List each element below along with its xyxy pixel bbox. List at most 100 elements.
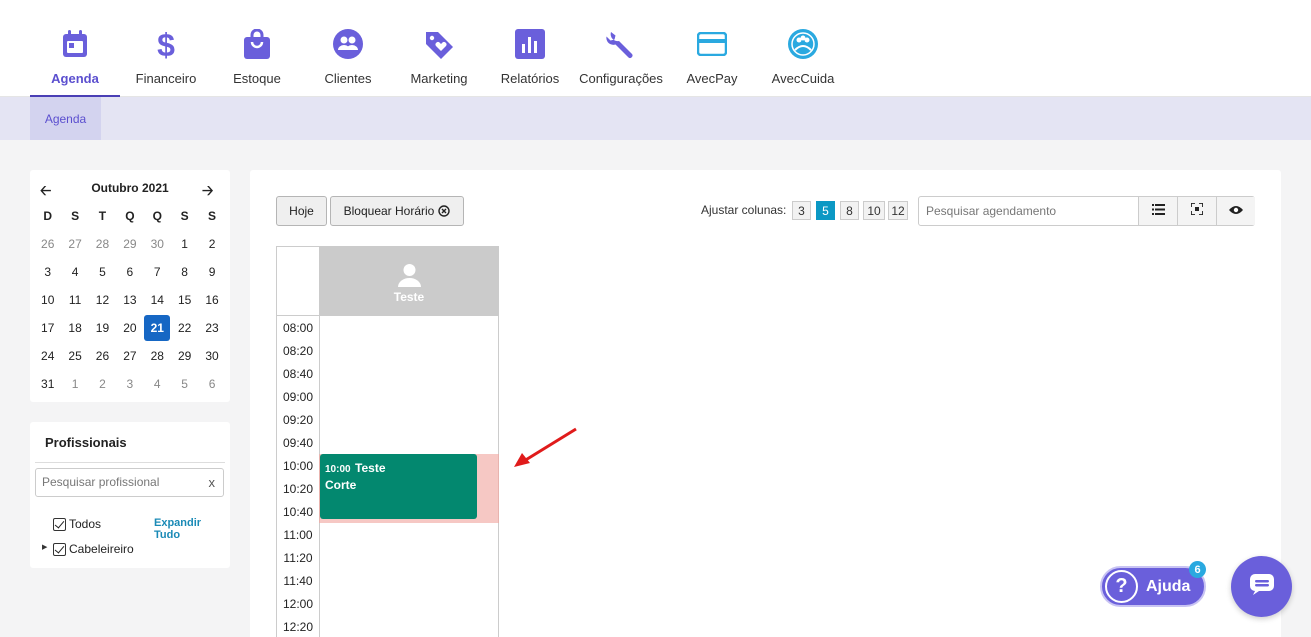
time-slot-label: 10:00 — [276, 454, 320, 478]
nav-marketing[interactable]: Marketing — [404, 0, 474, 97]
top-navigation: Agenda $ Financeiro Estoque Clientes Mar… — [0, 0, 1311, 98]
nav-agenda[interactable]: Agenda — [30, 0, 120, 98]
calendar-day[interactable]: 24 — [34, 342, 61, 370]
tab-agenda[interactable]: Agenda — [30, 97, 101, 140]
chat-icon — [1249, 573, 1275, 600]
calendar-day[interactable]: 31 — [34, 370, 61, 398]
calendar-day[interactable]: 20 — [116, 314, 143, 342]
hoje-button[interactable]: Hoje — [276, 196, 327, 226]
expandir-tudo-link[interactable]: Expandir Tudo — [154, 517, 230, 541]
calendar-day[interactable]: 3 — [34, 258, 61, 286]
column-option-3[interactable]: 3 — [792, 201, 811, 220]
calendar-day[interactable]: 1 — [61, 370, 88, 398]
nav-label: Marketing — [410, 71, 468, 86]
nav-estoque[interactable]: Estoque — [222, 0, 292, 97]
calendar-day-selected[interactable]: 21 — [144, 314, 171, 342]
nav-avecpay[interactable]: AvecPay — [681, 0, 743, 97]
appointment-card[interactable]: 10:00 Teste Corte — [320, 454, 477, 519]
time-slot[interactable] — [319, 431, 499, 455]
time-slot-label: 08:20 — [276, 339, 320, 363]
calendar-day[interactable]: 28 — [144, 342, 171, 370]
time-slot-label: 11:00 — [276, 523, 320, 547]
calendar-day[interactable]: 12 — [89, 286, 116, 314]
time-slot-label: 12:00 — [276, 592, 320, 616]
calendar-day[interactable]: 5 — [89, 258, 116, 286]
calendar-day[interactable]: 26 — [34, 230, 61, 258]
calendar-day[interactable]: 4 — [61, 258, 88, 286]
time-slot[interactable] — [319, 569, 499, 593]
calendar-day[interactable]: 27 — [116, 342, 143, 370]
nav-label: AvecPay — [686, 71, 738, 86]
nav-label: Agenda — [51, 71, 99, 86]
nav-relatorios[interactable]: Relatórios — [495, 0, 565, 97]
time-slot[interactable] — [319, 546, 499, 570]
calendar-day[interactable]: 13 — [116, 286, 143, 314]
calendar-day[interactable]: 8 — [171, 258, 198, 286]
time-slot[interactable] — [319, 615, 499, 637]
calendar-day[interactable]: 19 — [89, 314, 116, 342]
chat-button[interactable] — [1231, 556, 1292, 617]
calendar-day[interactable]: 17 — [34, 314, 61, 342]
clients-icon — [332, 28, 364, 60]
calendar-day[interactable]: 2 — [89, 370, 116, 398]
calendar-day[interactable]: 15 — [171, 286, 198, 314]
calendar-day[interactable]: 28 — [89, 230, 116, 258]
cabeleireiro-checkbox[interactable] — [53, 543, 66, 556]
calendar-day[interactable]: 1 — [171, 230, 198, 258]
calendar-day[interactable]: 30 — [144, 230, 171, 258]
calendar-day[interactable]: 26 — [89, 342, 116, 370]
calendar-day[interactable]: 27 — [61, 230, 88, 258]
time-slot[interactable] — [319, 523, 499, 547]
bloquear-horario-button[interactable]: Bloquear Horário — [330, 196, 464, 226]
time-slot[interactable] — [319, 362, 499, 386]
calendar-day[interactable]: 29 — [171, 342, 198, 370]
time-slot[interactable] — [319, 408, 499, 432]
calendar-day[interactable]: 4 — [144, 370, 171, 398]
calendar-day[interactable]: 30 — [198, 342, 225, 370]
calendar-day[interactable]: 23 — [198, 314, 225, 342]
column-option-12[interactable]: 12 — [888, 201, 908, 220]
search-agendamento-input[interactable] — [926, 204, 1131, 218]
calendar-day[interactable]: 11 — [61, 286, 88, 314]
column-option-10[interactable]: 10 — [863, 201, 885, 220]
calendar-day[interactable]: 18 — [61, 314, 88, 342]
ajuda-label: Ajuda — [1146, 577, 1191, 595]
time-slot[interactable] — [319, 316, 499, 340]
column-option-5[interactable]: 5 — [816, 201, 835, 220]
time-slot[interactable] — [319, 385, 499, 409]
question-icon: ? — [1105, 570, 1138, 603]
fullscreen-button[interactable] — [1177, 197, 1216, 225]
calendar-day[interactable]: 6 — [198, 370, 225, 398]
list-view-button[interactable] — [1138, 197, 1177, 225]
nav-aveccuida[interactable]: AvecCuida — [768, 0, 838, 97]
calendar-day[interactable]: 9 — [198, 258, 225, 286]
calendar-day[interactable]: 3 — [116, 370, 143, 398]
calendar-day[interactable]: 7 — [144, 258, 171, 286]
search-agendamento-box — [918, 196, 1255, 226]
expand-triangle-icon[interactable]: ▶ — [42, 543, 47, 551]
calendar-day[interactable]: 25 — [61, 342, 88, 370]
calendar-day[interactable]: 14 — [144, 286, 171, 314]
nav-financeiro[interactable]: $ Financeiro — [128, 0, 204, 97]
calendar-day[interactable]: 16 — [198, 286, 225, 314]
column-option-8[interactable]: 8 — [840, 201, 859, 220]
calendar-day[interactable]: 22 — [171, 314, 198, 342]
calendar-day[interactable]: 6 — [116, 258, 143, 286]
calendar-day[interactable]: 29 — [116, 230, 143, 258]
clear-search-button[interactable]: x — [209, 475, 216, 490]
calendar-day[interactable]: 10 — [34, 286, 61, 314]
calendar-day[interactable]: 2 — [198, 230, 225, 258]
arrow-right-icon[interactable]: 🡢 — [202, 180, 213, 204]
time-slot-label: 09:40 — [276, 431, 320, 455]
profissionais-panel: Profissionais x Todos Expandir Tudo ▶ Ca… — [30, 422, 230, 568]
time-slot[interactable] — [319, 339, 499, 363]
time-slot-label: 11:40 — [276, 569, 320, 593]
time-slot[interactable] — [319, 592, 499, 616]
calendar-day[interactable]: 5 — [171, 370, 198, 398]
search-profissional-input[interactable] — [42, 475, 202, 489]
professional-column-header[interactable]: Teste — [319, 246, 499, 316]
nav-configuracoes[interactable]: Configurações — [576, 0, 666, 97]
nav-clientes[interactable]: Clientes — [313, 0, 383, 97]
visibility-button[interactable] — [1216, 197, 1255, 225]
todos-checkbox[interactable] — [53, 518, 66, 531]
